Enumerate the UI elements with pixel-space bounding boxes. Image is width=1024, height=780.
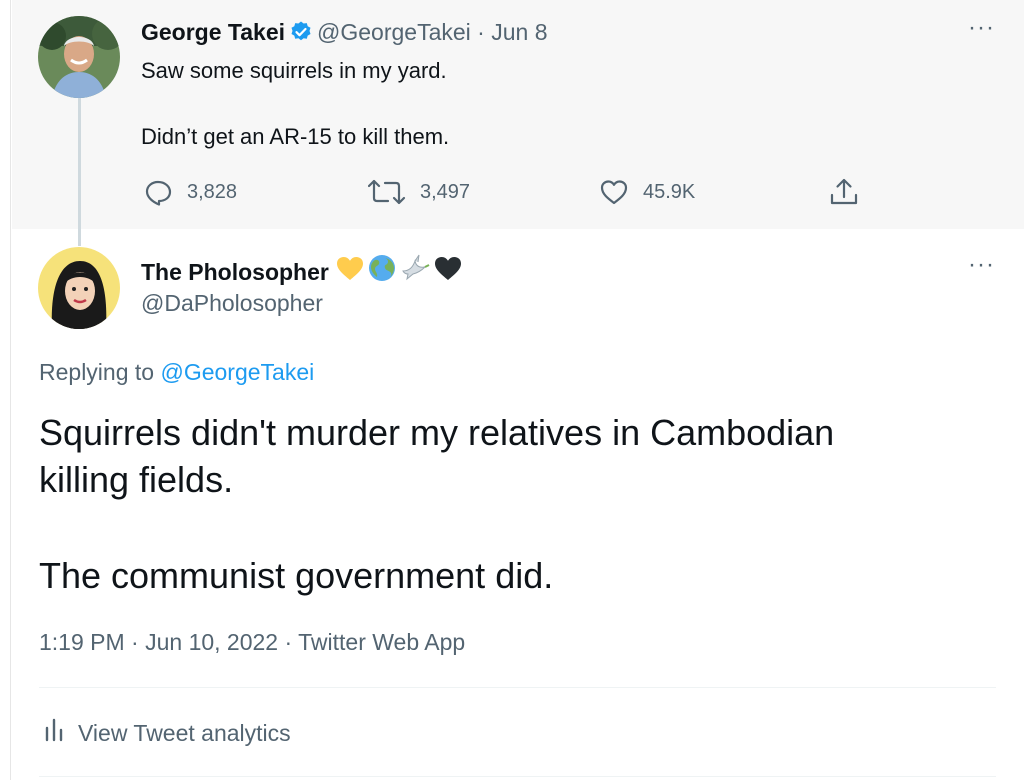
globe-icon — [367, 253, 397, 290]
retweet-icon — [368, 177, 406, 207]
bar-chart-icon — [44, 716, 66, 750]
reply-text-line2: killing fields. — [39, 459, 234, 500]
parent-tweet-text-line1: Saw some squirrels in my yard. — [141, 58, 447, 83]
the-pholosopher-avatar[interactable] — [38, 247, 120, 329]
tweet-timestamp-source[interactable]: 1:19 PM · Jun 10, 2022 · Twitter Web App — [39, 627, 465, 657]
reply-icon — [143, 177, 173, 207]
share-icon — [828, 176, 860, 208]
thread-connector-line — [78, 98, 81, 246]
george-takei-avatar[interactable] — [38, 16, 120, 98]
timeline-border — [10, 0, 11, 780]
reply-tweet-header: The Pholosopher — [141, 253, 463, 290]
name-emojis — [335, 253, 463, 290]
dove-icon — [399, 253, 431, 290]
reply-author-handle[interactable]: @DaPholosopher — [141, 288, 323, 318]
parent-tweet-header: George Takei @GeorgeTakei · Jun 8 — [141, 17, 548, 51]
reply-more-options-icon[interactable]: ··· — [968, 251, 995, 279]
divider-bottom — [39, 776, 996, 777]
heart-icon — [599, 177, 629, 207]
verified-badge-icon — [289, 20, 313, 51]
view-analytics-link[interactable]: View Tweet analytics — [44, 716, 291, 750]
black-heart-icon — [433, 254, 463, 289]
analytics-label: View Tweet analytics — [78, 720, 291, 746]
more-options-icon[interactable]: ··· — [968, 14, 995, 42]
reply-text-line3: The communist government did. — [39, 555, 554, 596]
reply-author-name[interactable]: The Pholosopher — [141, 257, 329, 287]
replying-to-handle-link[interactable]: @GeorgeTakei — [160, 359, 314, 385]
retweet-button[interactable]: 3,497 — [368, 176, 470, 208]
like-count: 45.9K — [643, 180, 696, 203]
share-button[interactable] — [828, 176, 860, 208]
divider-top — [39, 687, 996, 688]
replying-to-label: Replying to — [39, 359, 155, 385]
reply-text-line1: Squirrels didn't murder my relatives in … — [39, 412, 835, 453]
parent-tweet-text-line2: Didn’t get an AR-15 to kill them. — [141, 124, 450, 149]
reply-count: 3,828 — [187, 180, 238, 203]
author-name[interactable]: George Takei — [141, 19, 285, 45]
author-handle-date[interactable]: @GeorgeTakei · Jun 8 — [317, 19, 547, 45]
yellow-heart-icon — [335, 254, 365, 289]
like-button[interactable]: 45.9K — [599, 176, 695, 208]
retweet-count: 3,497 — [420, 180, 471, 203]
replying-to-line: Replying to @GeorgeTakei — [39, 357, 314, 387]
reply-button[interactable]: 3,828 — [143, 176, 237, 208]
